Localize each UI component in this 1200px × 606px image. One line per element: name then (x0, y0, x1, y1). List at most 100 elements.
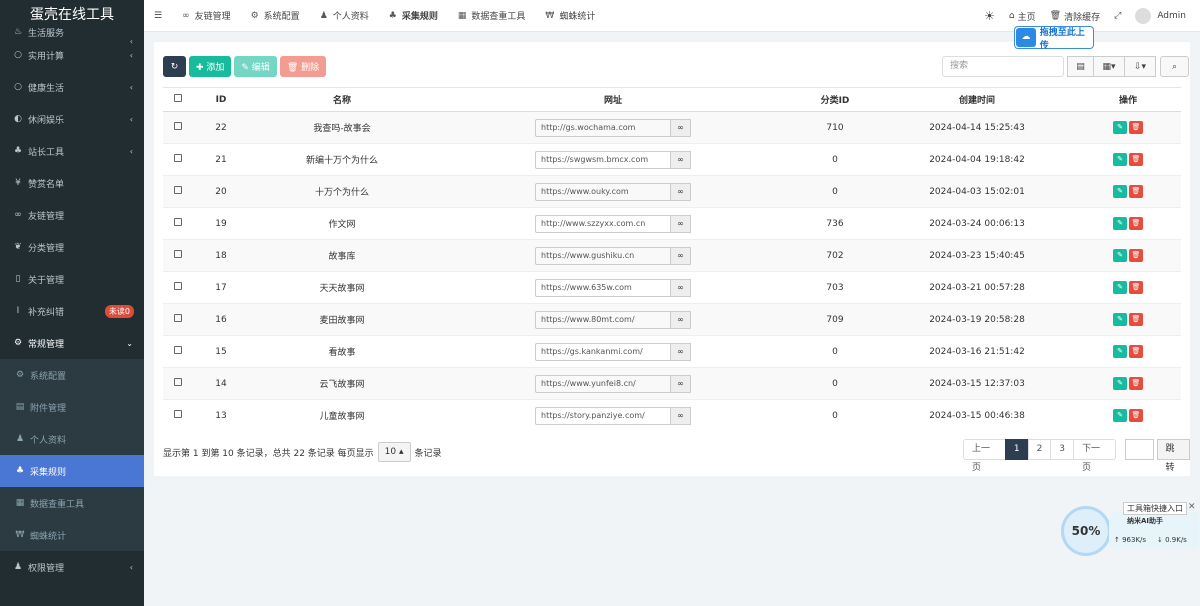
sidebar-item-general[interactable]: ⚙ 常规管理 ⌄ (0, 327, 144, 359)
home-button[interactable]: ⌂ 主页 (1002, 10, 1043, 23)
sidebar-item-links[interactable]: ∞ 友链管理 (0, 199, 144, 231)
url-input[interactable]: http://www.szzyxx.com.cn (535, 214, 671, 233)
network-speed-widget[interactable]: 50% 纳米AI助手 ↑ 963K/s ↓ 0.9K/s 工具箱快捷入口 ✕ (1061, 502, 1200, 560)
add-button[interactable]: ✚ 添加 (189, 56, 232, 77)
row-edit-button[interactable]: ✎ (1113, 217, 1127, 230)
assistant-box[interactable]: 纳米AI助手 ↑ 963K/s ↓ 0.9K/s (1109, 512, 1199, 549)
link-icon[interactable]: ∞ (671, 310, 691, 329)
clear-cache-button[interactable]: 🗑 清除缓存 (1043, 10, 1107, 23)
row-delete-button[interactable]: 🗑 (1129, 217, 1143, 230)
table-row[interactable]: 22 我查吗-故事会 http://gs.wochama.com ∞ 710 2024-0… (163, 111, 1181, 144)
sidebar-subitem-dedup[interactable]: ▦ 数据查重工具 (0, 487, 144, 519)
sidebar-subitem-config[interactable]: ⚙ 系统配置 (0, 359, 144, 391)
sidebar-item-calc[interactable]: ○ 实用计算 ‹ (0, 39, 144, 71)
page-1-button[interactable]: 1 (1004, 439, 1029, 460)
col-header-name[interactable]: 名称 (249, 87, 435, 112)
sidebar-item-life[interactable]: ♨ 生活服务 ‹ (0, 25, 144, 46)
link-icon[interactable]: ∞ (671, 118, 691, 137)
search-input[interactable]: 搜索 (942, 56, 1064, 77)
refresh-button[interactable]: ↻ (163, 56, 186, 77)
link-icon[interactable]: ∞ (671, 246, 691, 265)
checkbox[interactable] (174, 250, 182, 258)
close-icon[interactable]: ✕ (1188, 502, 1196, 512)
sidebar-subitem-collect-rules[interactable]: ♣ 采集规则 (0, 455, 144, 487)
columns-button[interactable]: ▦▾ (1093, 56, 1125, 77)
sidebar-item-leisure[interactable]: ◐ 休闲娱乐 ‹ (0, 103, 144, 135)
row-checkbox-cell[interactable] (163, 303, 193, 336)
url-input[interactable]: https://www.yunfei8.cn/ (535, 374, 671, 393)
row-checkbox-cell[interactable] (163, 239, 193, 272)
url-input[interactable]: https://story.panziye.com/ (535, 406, 671, 425)
drag-upload-tip[interactable]: ☁ 拖拽至此上传 (1014, 26, 1094, 51)
checkbox[interactable] (174, 154, 182, 162)
menu-toggle-button[interactable]: ☰ (144, 0, 172, 32)
jump-button[interactable]: 跳转 (1157, 439, 1190, 473)
row-checkbox-cell[interactable] (163, 367, 193, 400)
page-3-button[interactable]: 3 (1050, 439, 1075, 460)
row-edit-button[interactable]: ✎ (1113, 409, 1127, 423)
url-input[interactable]: https://www.635w.com (535, 278, 671, 297)
jump-page-input[interactable] (1124, 439, 1155, 460)
row-checkbox-cell[interactable] (163, 271, 193, 304)
checkbox[interactable] (174, 282, 182, 290)
link-icon[interactable]: ∞ (671, 278, 691, 297)
checkbox[interactable] (174, 94, 182, 102)
edit-button[interactable]: ✎ 编辑 (234, 56, 277, 77)
row-checkbox-cell[interactable] (163, 399, 193, 432)
link-icon[interactable]: ∞ (671, 374, 691, 393)
prev-page-button[interactable]: 上一页 (963, 439, 1006, 473)
row-checkbox-cell[interactable] (163, 143, 193, 176)
page-2-button[interactable]: 2 (1027, 439, 1052, 460)
sidebar-item-permissions[interactable]: ♟ 权限管理 ‹ (0, 551, 144, 583)
col-header-url[interactable]: 网址 (435, 87, 791, 112)
tab-dedup[interactable]: ▦ 数据查重工具 (448, 0, 536, 32)
tab-collect-rules[interactable]: ♣ 采集规则 (379, 0, 448, 32)
sidebar-item-about[interactable]: ▯ 关于管理 (0, 263, 144, 295)
row-delete-button[interactable]: 🗑 (1129, 121, 1143, 134)
row-checkbox-cell[interactable] (163, 207, 193, 240)
col-header-created[interactable]: 创建时间 (879, 87, 1075, 112)
row-delete-button[interactable]: 🗑 (1129, 249, 1143, 262)
link-icon[interactable]: ∞ (671, 182, 691, 201)
url-input[interactable]: https://www.80mt.com/ (535, 310, 671, 329)
row-delete-button[interactable]: 🗑 (1129, 281, 1143, 294)
checkbox[interactable] (174, 378, 182, 386)
sidebar-item-health[interactable]: ○ 健康生活 ‹ (0, 71, 144, 103)
link-icon[interactable]: ∞ (671, 150, 691, 169)
link-icon[interactable]: ∞ (671, 406, 691, 425)
row-checkbox-cell[interactable] (163, 335, 193, 368)
table-row[interactable]: 20 十万个为什么 https://www.ouky.com ∞ 0 2024-04-03… (163, 175, 1181, 208)
row-edit-button[interactable]: ✎ (1113, 185, 1127, 198)
checkbox[interactable] (174, 410, 182, 419)
table-row[interactable]: 17 天天故事网 https://www.635w.com ∞ 703 2024-03-2… (163, 271, 1181, 304)
col-header-id[interactable]: ID (193, 87, 249, 112)
advanced-search-button[interactable]: ⌕ (1160, 56, 1189, 77)
user-menu[interactable]: Admin (1128, 8, 1200, 24)
row-delete-button[interactable]: 🗑 (1129, 345, 1143, 358)
table-row[interactable]: 19 作文网 http://www.szzyxx.com.cn ∞ 736 2024-03… (163, 207, 1181, 240)
url-input[interactable]: https://www.gushiku.cn (535, 246, 671, 265)
checkbox[interactable] (174, 186, 182, 194)
theme-toggle-button[interactable]: ☀ (977, 9, 1002, 23)
row-edit-button[interactable]: ✎ (1113, 153, 1127, 166)
table-row[interactable]: 16 麦田故事网 https://www.80mt.com/∞ 709 2024-03-… (163, 303, 1181, 336)
table-row[interactable]: 15 看故事 https://gs.kankanmi.com/∞ 0 2024-03-1… (163, 335, 1181, 368)
toggle-view-button[interactable]: ▤ (1067, 56, 1094, 77)
sidebar-subitem-spider[interactable]: ₩ 蜘蛛统计 (0, 519, 144, 551)
table-row[interactable]: 13 儿童故事网 https://story.panziye.com/∞ 0 2024-… (163, 399, 1181, 432)
export-button[interactable]: ⇩▾ (1124, 56, 1156, 77)
sidebar-item-webmaster[interactable]: ♣ 站长工具 ‹ (0, 135, 144, 167)
tab-profile[interactable]: ♟ 个人资料 (310, 0, 379, 32)
tab-config[interactable]: ⚙ 系统配置 (241, 0, 310, 32)
sidebar-subitem-profile[interactable]: ♟ 个人资料 (0, 423, 144, 455)
table-row[interactable]: 18 故事库 https://www.gushiku.cn ∞ 702 2024-03-2… (163, 239, 1181, 272)
row-delete-button[interactable]: 🗑 (1129, 185, 1143, 198)
sidebar-item-corrections[interactable]: Ⅰ 补充纠错 未读0 (0, 295, 144, 327)
row-delete-button[interactable]: 🗑 (1129, 377, 1143, 390)
next-page-button[interactable]: 下一页 (1073, 439, 1116, 473)
row-delete-button[interactable]: 🗑 (1129, 313, 1143, 326)
url-input[interactable]: https://www.ouky.com (535, 182, 671, 201)
row-checkbox-cell[interactable] (163, 175, 193, 208)
row-edit-button[interactable]: ✎ (1113, 121, 1127, 134)
row-edit-button[interactable]: ✎ (1113, 313, 1127, 326)
